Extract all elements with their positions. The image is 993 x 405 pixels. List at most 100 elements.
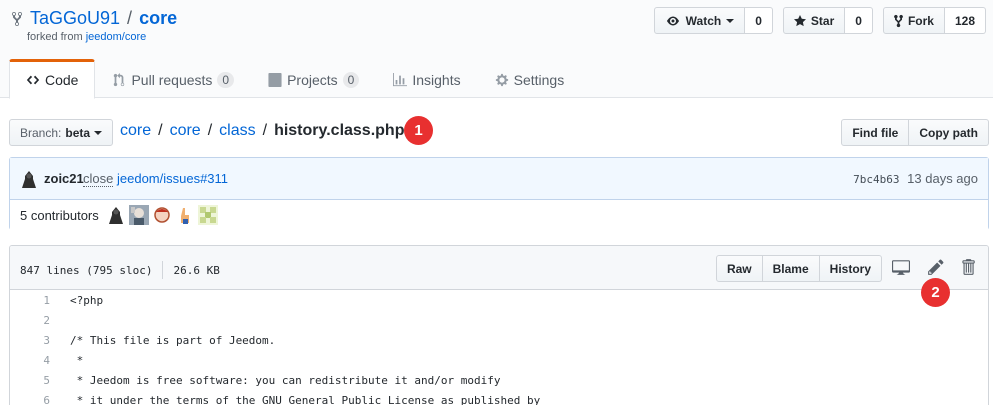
file-size: 26.6 KB xyxy=(173,263,220,277)
annotation-marker-1: 1 xyxy=(404,116,433,145)
tab-insights[interactable]: Insights xyxy=(376,59,477,99)
breadcrumb-separator: / xyxy=(158,122,163,139)
branch-label: Branch: xyxy=(20,125,62,140)
forked-from-link[interactable]: jeedom/core xyxy=(86,31,147,43)
contributor-avatar[interactable] xyxy=(151,205,172,225)
gear-icon xyxy=(495,73,508,87)
eye-icon xyxy=(666,16,679,25)
contributor-avatar[interactable] xyxy=(197,205,218,225)
tab-settings[interactable]: Settings xyxy=(478,59,582,99)
git-pull-request-icon xyxy=(114,73,125,87)
commit-issue-link[interactable]: jeedom/issues#311 xyxy=(117,171,228,186)
caret-down-icon xyxy=(94,130,103,135)
tab-pull-requests[interactable]: Pull requests 0 xyxy=(95,59,251,99)
copy-path-button[interactable]: Copy path xyxy=(909,119,989,146)
line-number[interactable]: 2 xyxy=(10,314,50,327)
line-number[interactable]: 5 xyxy=(10,374,50,387)
code-line: 1 <?php xyxy=(10,290,988,310)
watch-button[interactable]: Watch xyxy=(653,7,746,34)
line-code: * xyxy=(70,353,84,367)
file-navigation: Branch: beta core / core / class / histo… xyxy=(9,118,989,146)
code-icon xyxy=(26,75,40,85)
project-icon xyxy=(268,73,282,87)
line-number[interactable]: 4 xyxy=(10,354,50,367)
fork-group: Fork 128 xyxy=(882,7,986,34)
commit-tease: zoic21 close jeedom/issues#311 7bc4b63 1… xyxy=(10,158,988,200)
code-view: 1 <?php 2 3 /* This file is part of Jeedom… xyxy=(10,290,988,405)
history-button[interactable]: History xyxy=(819,255,882,282)
watch-group: Watch 0 xyxy=(653,7,773,34)
breadcrumb-dir-core-link[interactable]: core xyxy=(170,122,201,140)
trashcan-icon[interactable] xyxy=(959,258,977,276)
watch-label: Watch xyxy=(685,13,722,28)
line-number[interactable]: 3 xyxy=(10,334,50,347)
commit-sha[interactable]: 7bc4b63 xyxy=(853,173,899,186)
fork-count[interactable]: 128 xyxy=(944,7,986,34)
raw-button[interactable]: Raw xyxy=(715,255,763,282)
tab-projects-label: Projects xyxy=(287,72,338,88)
repo-header: TaGGoU91 / core forked from jeedom/core … xyxy=(0,0,993,99)
contributors-count[interactable]: 5 contributors xyxy=(20,208,99,223)
code-line: 4 * xyxy=(10,350,988,370)
tab-code-label: Code xyxy=(45,72,79,88)
breadcrumb: core / core / class / history.class.php xyxy=(120,122,404,140)
commit-meta: 7bc4b63 13 days ago xyxy=(853,171,978,186)
line-code: /* This file is part of Jeedom. xyxy=(70,333,276,347)
breadcrumb-repo-link[interactable]: core xyxy=(120,122,151,140)
star-button[interactable]: Star xyxy=(782,7,846,34)
avatar xyxy=(19,169,39,189)
file-header: 847 lines (795 sloc) 26.6 KB Raw Blame H… xyxy=(10,246,988,290)
repo-nav: Code Pull requests 0 Projects 0 Insights… xyxy=(9,59,581,99)
contributor-avatar[interactable] xyxy=(174,205,195,225)
fork-label: Fork xyxy=(907,13,934,28)
tab-projects[interactable]: Projects 0 xyxy=(251,59,376,99)
repo-forked-icon xyxy=(11,11,23,26)
file-info: 847 lines (795 sloc) 26.6 KB xyxy=(20,261,220,279)
code-line: 2 xyxy=(10,310,988,330)
forked-from: forked from jeedom/core xyxy=(27,31,146,43)
star-icon xyxy=(793,14,806,26)
code-line: 3 /* This file is part of Jeedom. xyxy=(10,330,988,350)
line-code: * it under the terms of the GNU General … xyxy=(70,393,541,405)
commit-box: zoic21 close jeedom/issues#311 7bc4b63 1… xyxy=(9,157,989,230)
watch-count[interactable]: 0 xyxy=(745,7,773,34)
line-number[interactable]: 1 xyxy=(10,294,50,307)
caret-down-icon xyxy=(726,18,735,23)
breadcrumb-filename: history.class.php xyxy=(274,122,405,139)
commit-message-word[interactable]: close xyxy=(83,171,114,187)
pagehead-actions: Watch 0 Star 0 Fork 128 xyxy=(653,7,986,34)
breadcrumb-dir-class-link[interactable]: class xyxy=(219,122,255,140)
forked-from-label: forked from xyxy=(27,31,86,43)
star-label: Star xyxy=(810,13,835,28)
line-number[interactable]: 6 xyxy=(10,394,50,405)
pull-requests-counter: 0 xyxy=(217,72,235,88)
tab-code[interactable]: Code xyxy=(9,59,96,99)
repo-owner-link[interactable]: TaGGoU91 xyxy=(30,8,120,29)
commit-author[interactable]: zoic21 xyxy=(44,171,84,186)
file-line-count: 847 lines (795 sloc) xyxy=(20,263,153,277)
graph-icon xyxy=(393,73,408,87)
file-nav-actions: Find file Copy path xyxy=(841,119,989,146)
repo-title: TaGGoU91 / core xyxy=(10,8,177,29)
file-box: 847 lines (795 sloc) 26.6 KB Raw Blame H… xyxy=(9,245,989,405)
contributor-avatar[interactable] xyxy=(128,205,149,225)
desktop-icon[interactable] xyxy=(892,258,910,276)
blame-button[interactable]: Blame xyxy=(762,255,820,282)
projects-counter: 0 xyxy=(342,72,360,88)
repo-name-link[interactable]: core xyxy=(139,8,177,29)
repo-title-separator: / xyxy=(127,8,133,28)
tab-insights-label: Insights xyxy=(412,72,461,88)
fork-button[interactable]: Fork xyxy=(882,7,945,34)
commit-time: 13 days ago xyxy=(907,171,978,186)
branch-select-button[interactable]: Branch: beta xyxy=(9,119,114,146)
contributor-avatar[interactable] xyxy=(105,205,126,225)
line-code: <?php xyxy=(70,293,104,307)
annotation-marker-2: 2 xyxy=(921,278,950,307)
tab-pull-requests-label: Pull requests xyxy=(131,72,213,88)
find-file-button[interactable]: Find file xyxy=(841,119,910,146)
star-count[interactable]: 0 xyxy=(845,7,873,34)
repo-forked-icon xyxy=(894,14,903,27)
star-group: Star 0 xyxy=(782,7,873,34)
code-line: 5 * Jeedom is free software: you can red… xyxy=(10,370,988,390)
pencil-icon[interactable] xyxy=(927,258,945,276)
